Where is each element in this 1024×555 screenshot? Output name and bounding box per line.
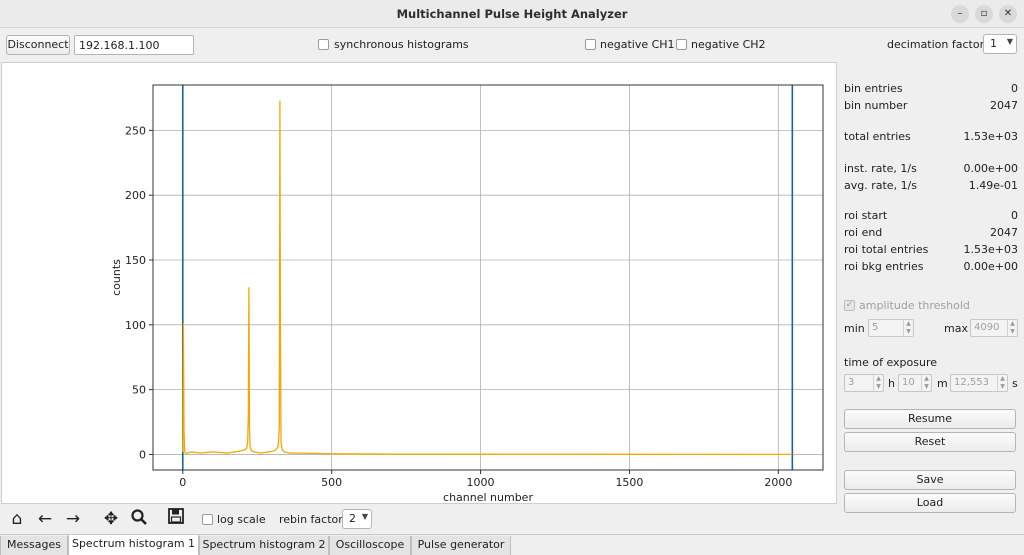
chevron-down-icon: ▼: [361, 512, 368, 521]
tab-bar: Messages Spectrum histogram 1 Spectrum h…: [0, 534, 1024, 555]
roi-end-row: roi end 2047: [844, 226, 1018, 239]
close-icon[interactable]: ✕: [999, 5, 1017, 23]
roi-start-row: roi start 0: [844, 209, 1018, 222]
resume-button[interactable]: Resume: [844, 409, 1016, 429]
y-tick-label: 50: [132, 384, 146, 397]
exposure-seconds-spinbox[interactable]: 12,553 ▲ ▼: [950, 374, 1008, 392]
bin-entries-row: bin entries 0: [844, 82, 1018, 95]
save-icon[interactable]: [165, 508, 187, 530]
spectrum-trace: [182, 100, 793, 456]
negative-ch1-checkbox[interactable]: [585, 39, 596, 50]
x-tick-label: 500: [321, 476, 342, 489]
seconds-unit-label: s: [1012, 377, 1018, 390]
minutes-unit-label: m: [937, 377, 948, 390]
spin-arrows-icon: ▲ ▼: [921, 375, 931, 391]
title-bar: Multichannel Pulse Height Analyzer – ▫ ✕: [0, 0, 1024, 28]
load-button[interactable]: Load: [844, 493, 1016, 513]
tab-pulse-generator[interactable]: Pulse generator: [411, 536, 511, 555]
decimation-factor-label: decimation factor: [887, 38, 985, 51]
x-tick-label: 0: [179, 476, 186, 489]
synchronous-histograms-label: synchronous histograms: [334, 38, 469, 51]
rebin-factor-label: rebin factor: [279, 513, 343, 526]
spectrum-plot-panel[interactable]: 0 500 1000 1500 2000 0 50 100 150 200 250 channel …: [1, 62, 837, 504]
rebin-factor-select[interactable]: 2 ▼: [342, 509, 372, 529]
tick-layer: 0 500 1000 1500 2000 0 50 100 150 200 250: [125, 124, 792, 489]
inst-rate-row: inst. rate, 1/s 0.00e+00: [844, 162, 1018, 175]
spin-arrows-icon: ▲ ▼: [903, 320, 913, 336]
y-tick-label: 150: [125, 254, 146, 267]
x-tick-label: 1500: [615, 476, 643, 489]
negative-ch1-label: negative CH1: [600, 38, 675, 51]
threshold-max-label: max: [944, 322, 968, 335]
reset-button[interactable]: Reset: [844, 432, 1016, 452]
restore-icon[interactable]: ▫: [975, 5, 993, 23]
threshold-max-spinbox[interactable]: 4090 ▲ ▼: [970, 319, 1018, 337]
threshold-min-label: min: [844, 322, 865, 335]
hours-unit-label: h: [888, 377, 895, 390]
roi-bkg-entries-row: roi bkg entries 0.00e+00: [844, 260, 1018, 273]
y-tick-label: 200: [125, 189, 146, 202]
plot-navigation-toolbar: ⌂ ← → ✥ log scale rebin factor 2 ▼: [0, 505, 838, 533]
y-tick-label: 250: [125, 124, 146, 137]
synchronous-histograms-checkbox[interactable]: [318, 39, 329, 50]
y-axis-label: counts: [110, 259, 123, 296]
connection-toolbar: Disconnect synchronous histograms negati…: [0, 29, 1024, 61]
pan-icon[interactable]: ✥: [100, 508, 122, 530]
amplitude-threshold-label: amplitude threshold: [859, 299, 970, 312]
amplitude-threshold-checkbox[interactable]: ✓: [844, 300, 855, 311]
x-tick-label: 2000: [764, 476, 792, 489]
bin-number-row: bin number 2047: [844, 99, 1018, 112]
x-tick-label: 1000: [467, 476, 495, 489]
y-tick-label: 100: [125, 319, 146, 332]
avg-rate-row: avg. rate, 1/s 1.49e-01: [844, 179, 1018, 192]
minimize-icon[interactable]: –: [951, 5, 969, 23]
axes-frame: [152, 84, 824, 471]
grid-layer: [153, 85, 823, 470]
y-tick-label: 0: [139, 448, 146, 461]
home-icon[interactable]: ⌂: [6, 508, 28, 530]
chevron-down-icon: ▼: [1006, 37, 1013, 46]
disconnect-button[interactable]: Disconnect: [6, 35, 70, 55]
time-of-exposure-label: time of exposure: [844, 356, 937, 369]
threshold-min-spinbox[interactable]: 5 ▲ ▼: [868, 319, 914, 337]
address-input[interactable]: [74, 35, 194, 55]
roi-total-entries-row: roi total entries 1.53e+03: [844, 243, 1018, 256]
statistics-panel: bin entries 0 bin number 2047 total entrie…: [838, 62, 1024, 532]
tab-messages[interactable]: Messages: [0, 536, 68, 555]
decimation-factor-select[interactable]: 1 ▼: [983, 34, 1017, 54]
save-button[interactable]: Save: [844, 470, 1016, 490]
log-scale-checkbox[interactable]: [202, 514, 213, 525]
tab-spectrum-histogram-1[interactable]: Spectrum histogram 1: [68, 535, 199, 555]
roi-marker-layer: [181, 85, 794, 470]
spin-arrows-icon: ▲ ▼: [997, 375, 1007, 391]
x-axis-label: channel number: [443, 491, 533, 504]
back-arrow-icon[interactable]: ←: [34, 508, 56, 530]
zoom-icon[interactable]: [128, 508, 150, 530]
exposure-minutes-spinbox[interactable]: 10 ▲ ▼: [898, 374, 932, 392]
spectrum-chart[interactable]: 0 500 1000 1500 2000 0 50 100 150 200 250 channel …: [2, 63, 838, 505]
negative-ch2-checkbox[interactable]: [676, 39, 687, 50]
spin-arrows-icon: ▲ ▼: [873, 375, 883, 391]
negative-ch2-label: negative CH2: [691, 38, 766, 51]
tab-oscilloscope[interactable]: Oscilloscope: [329, 536, 411, 555]
tab-spectrum-histogram-2[interactable]: Spectrum histogram 2: [199, 536, 329, 555]
window-title: Multichannel Pulse Height Analyzer: [396, 7, 628, 21]
spin-arrows-icon: ▲ ▼: [1007, 320, 1017, 336]
exposure-hours-spinbox[interactable]: 3 ▲ ▼: [844, 374, 884, 392]
log-scale-label: log scale: [217, 513, 266, 526]
forward-arrow-icon[interactable]: →: [62, 508, 84, 530]
total-entries-row: total entries 1.53e+03: [844, 130, 1018, 143]
